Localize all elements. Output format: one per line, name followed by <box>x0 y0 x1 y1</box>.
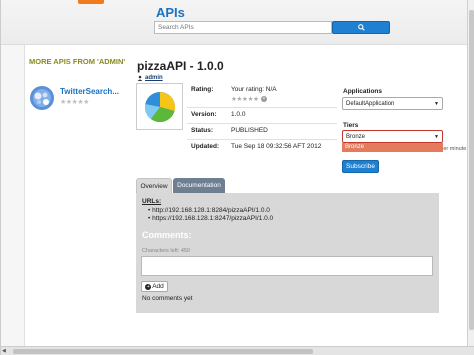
rating-value: Your rating: N/A <box>231 86 277 93</box>
left-gutter <box>1 45 25 355</box>
characters-left: Characters left: 450 <box>142 248 190 254</box>
brand-tab[interactable] <box>78 0 104 4</box>
chevron-down-icon: ▼ <box>434 101 439 107</box>
subscribe-button[interactable]: Subscribe <box>342 160 379 173</box>
status-value: PUBLISHED <box>231 127 268 134</box>
rating-stars[interactable]: ★★★★★ × <box>231 95 267 103</box>
vertical-scrollbar[interactable] <box>467 0 474 346</box>
search-icon <box>357 24 365 31</box>
tab-documentation[interactable]: Documentation <box>173 178 225 193</box>
api-thumbnail-icon <box>30 86 54 110</box>
user-icon <box>137 75 143 81</box>
comments-heading: Comments: <box>142 230 192 240</box>
tier-selected-value: Bronze <box>346 134 366 140</box>
add-comment-button[interactable]: + Add <box>141 281 168 292</box>
api-title: pizzaAPI - 1.0.0 <box>137 59 224 73</box>
tab-overview[interactable]: Overview <box>136 178 172 193</box>
application-select[interactable]: DefaultApplication ▼ <box>342 97 443 110</box>
api-owner: admin <box>137 75 163 81</box>
version-value: 1.0.0 <box>231 111 246 118</box>
rating-label: Rating: <box>191 86 214 93</box>
page-header: APIs <box>1 0 474 45</box>
updated-label: Updated: <box>191 143 220 150</box>
url-list-item: • http://192.168.128.1:8284/pizzaAPI/1.0… <box>148 207 270 214</box>
tiers-label: Tiers <box>343 122 359 129</box>
chevron-down-icon: ▼ <box>434 134 439 140</box>
application-selected-value: DefaultApplication <box>346 101 395 107</box>
sidebar-api-name[interactable]: TwitterSearch... <box>60 87 124 96</box>
info-divider <box>187 139 337 140</box>
urls-heading: URLs: <box>142 198 162 205</box>
info-divider <box>187 123 337 124</box>
tier-option-bronze[interactable]: Bronze <box>342 143 443 152</box>
vertical-scrollbar-thumb[interactable] <box>469 10 474 330</box>
page-title: APIs <box>156 5 185 20</box>
plus-icon: + <box>145 283 152 290</box>
scroll-left-icon[interactable]: ◀ <box>2 348 6 354</box>
horizontal-scrollbar[interactable]: ◀ <box>1 346 474 355</box>
add-label: Add <box>152 283 164 290</box>
api-thumbnail <box>136 83 183 130</box>
sidebar-api-rating: ★★★★★ <box>60 99 89 106</box>
search-input[interactable] <box>154 21 332 34</box>
url-https: https://192.168.128.1:8247/pizzaAPI/1.0.… <box>152 215 274 222</box>
rating-star-widget[interactable]: ★★★★★ <box>231 96 259 103</box>
sidebar-heading: MORE APIS FROM 'ADMIN' <box>29 57 126 66</box>
updated-value: Tue Sep 18 09:32:56 AFT 2012 <box>231 143 322 150</box>
clear-rating-icon[interactable]: × <box>260 96 267 103</box>
comment-textarea[interactable] <box>141 256 433 276</box>
tier-select[interactable]: Bronze ▼ <box>342 130 443 143</box>
no-comments-text: No comments yet <box>142 295 193 302</box>
applications-label: Applications <box>343 88 383 95</box>
url-http: http://192.168.128.1:8284/pizzaAPI/1.0.0 <box>152 207 270 214</box>
url-list-item: • https://192.168.128.1:8247/pizzaAPI/1.… <box>148 215 274 222</box>
horizontal-scrollbar-thumb[interactable] <box>13 349 313 354</box>
pie-chart-icon <box>144 91 175 122</box>
browser-viewport: APIs MORE APIS FROM 'ADMIN' TwitterSearc… <box>0 0 474 355</box>
status-label: Status: <box>191 127 214 134</box>
owner-link[interactable]: admin <box>145 75 163 81</box>
version-label: Version: <box>191 111 217 118</box>
search-button[interactable] <box>332 21 390 34</box>
info-divider <box>187 107 337 108</box>
sidebar-api-item[interactable]: TwitterSearch... ★★★★★ <box>29 85 127 113</box>
